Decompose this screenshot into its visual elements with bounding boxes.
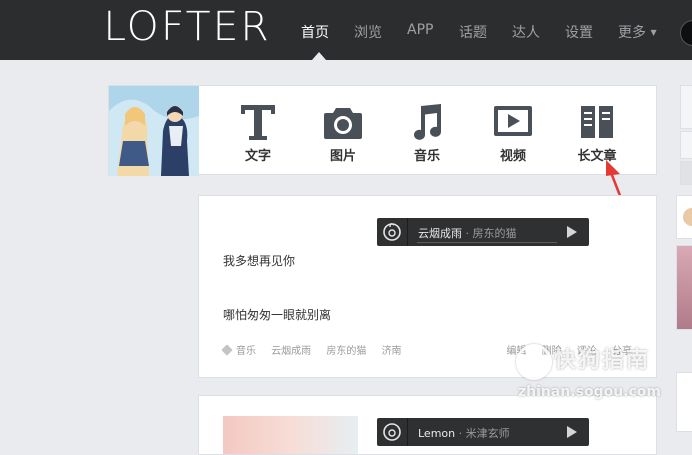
music-disc bbox=[377, 418, 408, 446]
active-nav-pointer bbox=[312, 52, 326, 60]
top-user-avatar[interactable] bbox=[680, 20, 692, 46]
post-tags: 音乐 云烟成雨 房东的猫 济南 bbox=[221, 342, 414, 357]
publish-music-label: 音乐 bbox=[413, 149, 440, 164]
right-panel-box bbox=[680, 131, 692, 159]
avatar[interactable] bbox=[109, 86, 199, 176]
nav-item-topics[interactable]: 话题 bbox=[459, 22, 487, 42]
music-player[interactable]: 云烟成雨 · 房东的猫 bbox=[377, 218, 589, 246]
right-panel-box bbox=[680, 161, 692, 185]
publish-video-button[interactable]: 视频 bbox=[483, 98, 543, 168]
player-progress-track[interactable] bbox=[417, 242, 557, 243]
edit-button[interactable]: 编辑 bbox=[506, 346, 526, 357]
publish-text-label: 文字 bbox=[244, 149, 271, 164]
song-name: 云烟成雨 bbox=[418, 227, 462, 240]
tag-item[interactable]: 云烟成雨 bbox=[271, 346, 311, 357]
nav-item-experts[interactable]: 达人 bbox=[512, 22, 540, 42]
long-article-icon bbox=[581, 106, 613, 138]
right-panel-user-card bbox=[676, 195, 692, 239]
tag-item[interactable]: 房东的猫 bbox=[326, 346, 366, 357]
post-card: Lemon · 米津玄师 bbox=[198, 395, 657, 455]
song-name: Lemon bbox=[418, 427, 456, 440]
tag-icon bbox=[221, 344, 233, 356]
delete-button[interactable]: 删除 bbox=[542, 346, 562, 357]
post-actions: 编辑 删除 评论 分享 bbox=[494, 342, 632, 357]
music-disc bbox=[377, 218, 408, 246]
play-icon[interactable] bbox=[567, 226, 577, 238]
nav-item-home[interactable]: 首页 bbox=[301, 22, 329, 42]
text-icon bbox=[241, 105, 275, 140]
avatar[interactable] bbox=[683, 208, 692, 226]
post-card: 云烟成雨 · 房东的猫 我多想再见你 哪怕匆匆一眼就别离 音乐 云烟成雨 房东的… bbox=[198, 195, 657, 378]
publish-text-button[interactable]: 文字 bbox=[228, 98, 288, 168]
tag-item[interactable]: 音乐 bbox=[221, 344, 256, 357]
nav-item-app[interactable]: APP bbox=[407, 22, 433, 38]
play-icon[interactable] bbox=[567, 426, 577, 438]
top-navigation-bar: LOFTER 首页 浏览 APP 话题 达人 设置 更多 ▼ bbox=[0, 0, 692, 60]
publish-photo-label: 图片 bbox=[329, 149, 356, 164]
right-panel-card bbox=[676, 372, 692, 432]
video-icon bbox=[494, 106, 532, 136]
publish-photo-button[interactable]: 图片 bbox=[313, 98, 373, 168]
avatar-illustration bbox=[109, 86, 199, 176]
publish-panel: 文字 图片 音乐 视频 长文章 bbox=[108, 85, 657, 176]
post-thumbnail[interactable] bbox=[223, 416, 358, 454]
song-artist: · 米津玄师 bbox=[458, 427, 510, 440]
tag-item[interactable]: 济南 bbox=[382, 346, 402, 357]
netease-music-icon bbox=[383, 223, 401, 241]
post-text-line: 我多想再见你 bbox=[223, 254, 296, 268]
music-player[interactable]: Lemon · 米津玄师 bbox=[377, 418, 589, 446]
nav-item-settings[interactable]: 设置 bbox=[565, 22, 593, 42]
publish-video-label: 视频 bbox=[499, 149, 526, 164]
lofter-logo[interactable]: LOFTER bbox=[103, 4, 270, 50]
nav-item-browse[interactable]: 浏览 bbox=[354, 22, 382, 42]
song-artist: · 房东的猫 bbox=[465, 227, 517, 240]
song-title: Lemon · 米津玄师 bbox=[418, 425, 510, 441]
comment-button[interactable]: 评论 bbox=[577, 346, 597, 357]
song-title: 云烟成雨 · 房东的猫 bbox=[418, 225, 517, 241]
nav-item-more-label: 更多 bbox=[618, 25, 646, 41]
camera-icon bbox=[324, 108, 362, 139]
right-panel-box bbox=[680, 85, 692, 129]
netease-music-icon bbox=[383, 423, 401, 441]
music-note-icon bbox=[414, 104, 441, 140]
caret-down-icon: ▼ bbox=[650, 28, 657, 37]
publish-music-button[interactable]: 音乐 bbox=[397, 98, 457, 168]
publish-long-article-button[interactable]: 长文章 bbox=[567, 98, 627, 168]
post-text-line: 哪怕匆匆一眼就别离 bbox=[223, 308, 332, 322]
nav-item-more[interactable]: 更多 ▼ bbox=[618, 22, 657, 42]
share-button[interactable]: 分享 bbox=[612, 346, 632, 357]
right-panel-image[interactable] bbox=[676, 245, 692, 330]
tag-label: 音乐 bbox=[236, 346, 256, 357]
